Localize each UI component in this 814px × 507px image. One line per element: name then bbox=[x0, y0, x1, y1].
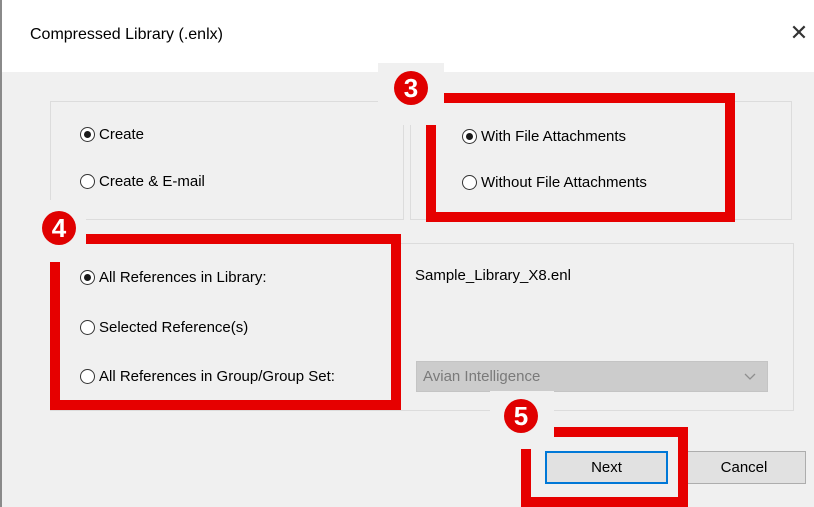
group-dropdown[interactable]: Avian Intelligence bbox=[416, 361, 768, 392]
cancel-button[interactable]: Cancel bbox=[682, 451, 806, 484]
step4-highlight-box bbox=[50, 234, 401, 410]
radio-create-email[interactable]: Create & E-mail bbox=[80, 173, 205, 190]
step5-number: 5 bbox=[504, 399, 538, 433]
radio-create-email-label: Create & E-mail bbox=[99, 173, 205, 190]
radio-selected-icon bbox=[80, 127, 95, 142]
step3-badge: 3 bbox=[378, 63, 444, 125]
library-name: Sample_Library_X8.enl bbox=[415, 267, 571, 284]
radio-unselected-icon bbox=[80, 174, 95, 189]
chevron-down-icon bbox=[744, 373, 756, 380]
close-icon[interactable]: ✕ bbox=[786, 18, 812, 48]
step3-number: 3 bbox=[394, 71, 428, 105]
action-group bbox=[50, 101, 404, 220]
dialog-title: Compressed Library (.enlx) bbox=[30, 26, 223, 43]
group-dropdown-value: Avian Intelligence bbox=[423, 368, 541, 385]
step5-badge: 5 bbox=[490, 391, 554, 449]
step3-highlight-box bbox=[426, 93, 735, 222]
step4-badge: 4 bbox=[22, 200, 86, 262]
step4-number: 4 bbox=[42, 211, 76, 245]
radio-create-label: Create bbox=[99, 126, 145, 143]
radio-create[interactable]: Create bbox=[80, 126, 144, 143]
